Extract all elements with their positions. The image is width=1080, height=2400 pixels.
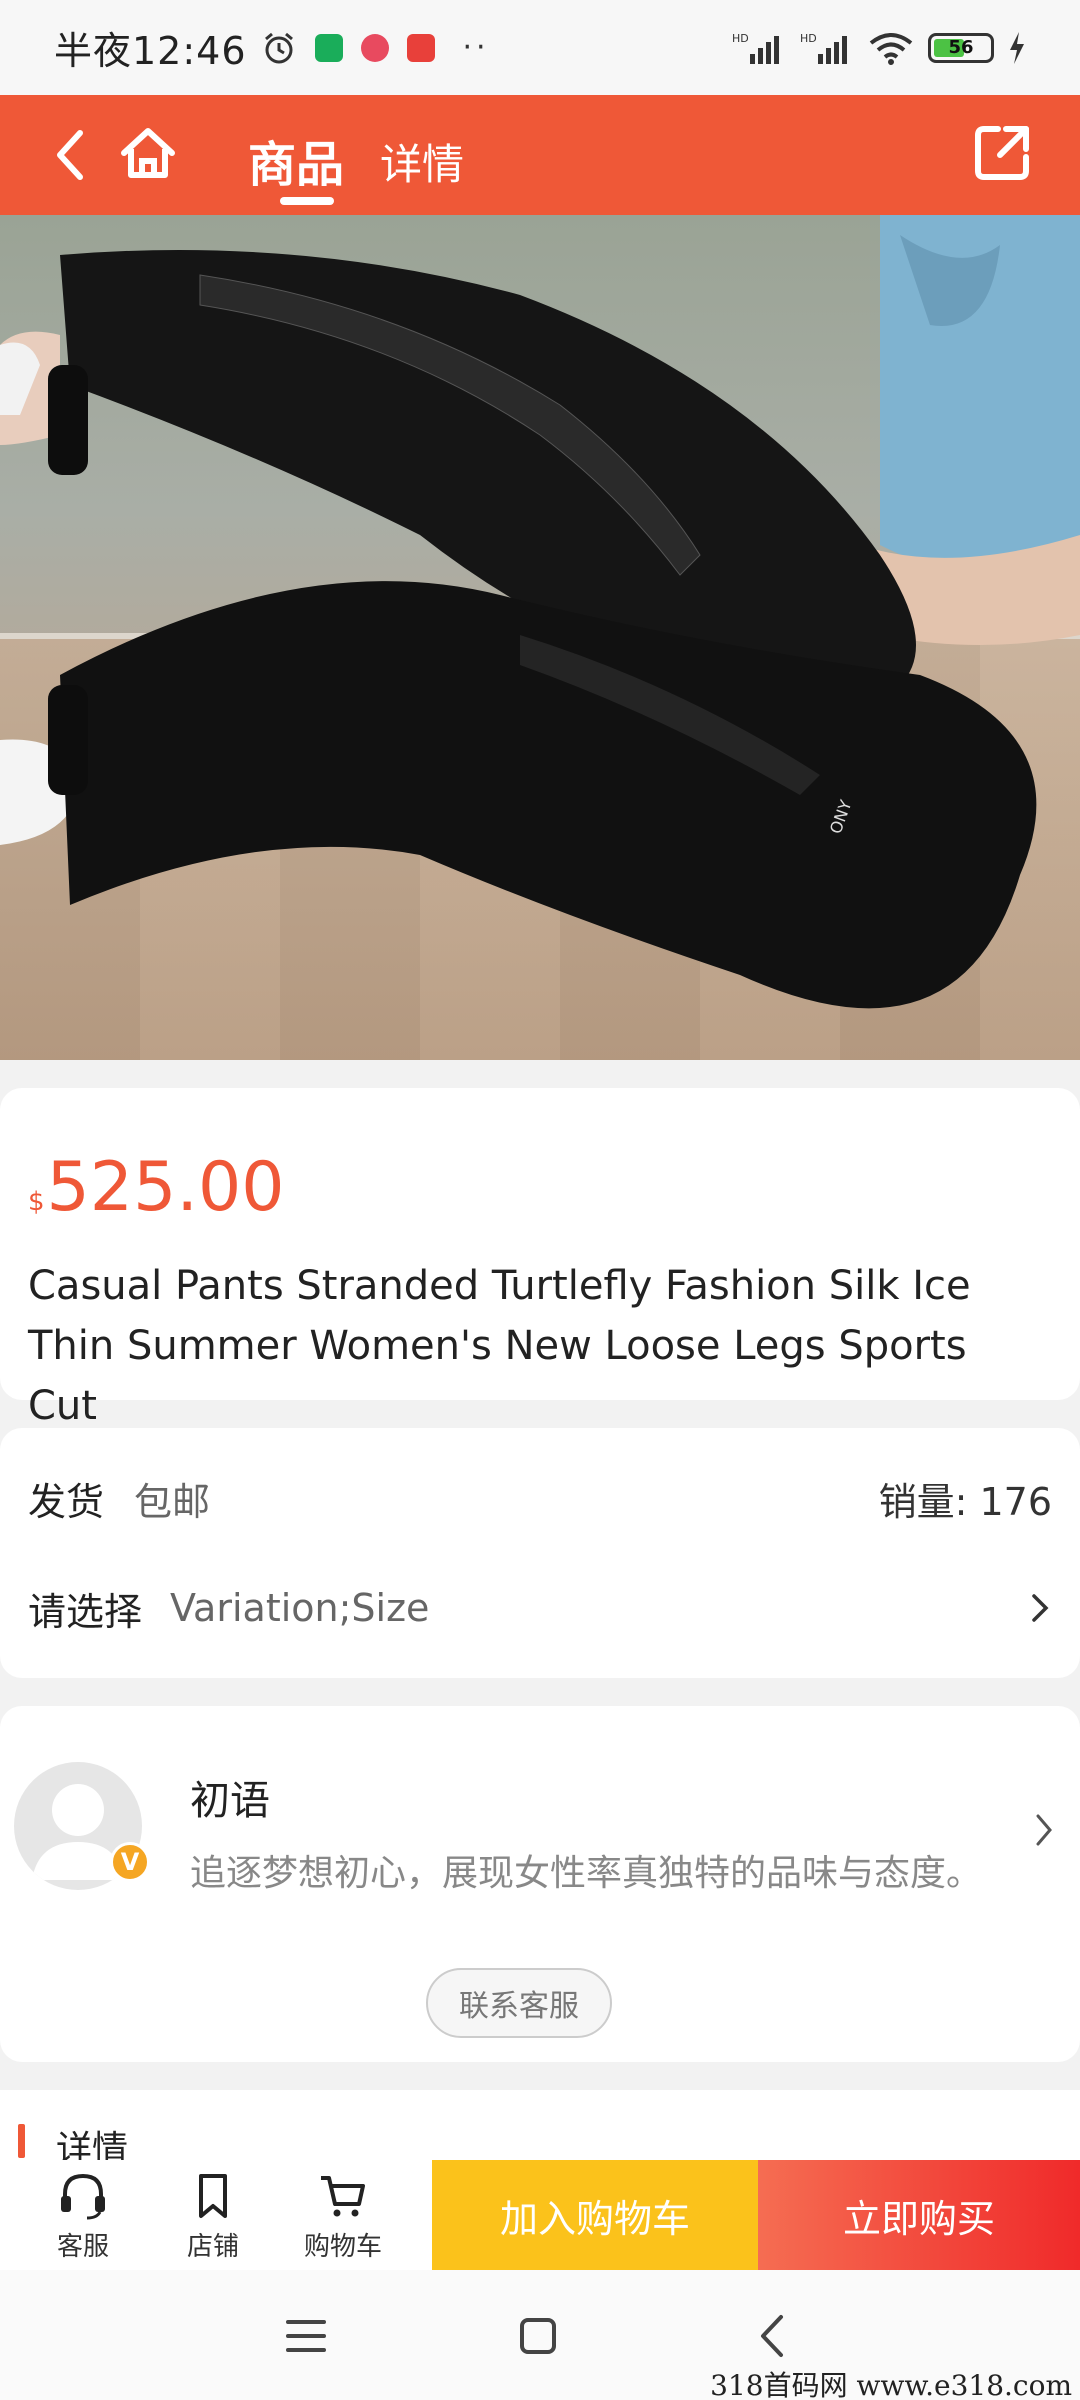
shop-description: 追逐梦想初心，展现女性率真独特的品味与态度。 <box>190 1853 983 1894</box>
share-button[interactable] <box>972 123 1032 183</box>
download-app-icon <box>314 33 343 62</box>
product-image[interactable]: ONY <box>0 215 1080 1060</box>
details-accent-bar <box>18 2124 25 2158</box>
chevron-right-icon[interactable] <box>1032 1810 1056 1850</box>
product-title: Casual Pants Stranded Turtlefly Fashion … <box>28 1263 971 1429</box>
cart-label: 购物车 <box>303 2232 382 2262</box>
share-icon <box>975 126 1029 180</box>
chevron-right-icon <box>1032 1594 1049 1622</box>
home-icon <box>121 128 175 178</box>
back-nav-button[interactable] <box>742 2306 802 2366</box>
tab-detail[interactable]: 详情 <box>380 131 464 192</box>
details-section: 详情 <box>0 2090 1080 2170</box>
alarm-icon <box>264 32 293 63</box>
chevron-left-icon <box>57 130 83 180</box>
customer-service-label: 客服 <box>56 2232 109 2262</box>
select-label: 请选择 <box>28 1589 143 1634</box>
recent-apps-button[interactable] <box>276 2306 336 2366</box>
variation-select-row[interactable]: 请选择 Variation;Size <box>28 1578 1052 1638</box>
price: $ 525.00 <box>28 1148 284 1227</box>
product-detail-page: 半夜12:46 ·· HD HD 56 商品 详情 ONY $ 525.00 C… <box>0 0 1080 2400</box>
tab-goods[interactable]: 商品 <box>248 125 344 195</box>
product-photo-pants: ONY <box>0 215 1080 1009</box>
chevron-left-icon <box>761 2315 783 2357</box>
price-value: 525.00 <box>46 1148 285 1227</box>
watermark: 318首码网 www.e318.com <box>710 2369 1072 2400</box>
select-value: Variation;Size <box>170 1586 430 1630</box>
battery-text: 56 <box>948 37 974 58</box>
shipping-row: 发货 包邮 销量: 176 <box>28 1468 1052 1528</box>
store-button[interactable]: 店铺 <box>163 2170 263 2266</box>
wifi-icon <box>869 32 913 65</box>
bottom-action-bar: 客服 店铺 购物车 加入购物车 立即购买 <box>0 2160 1080 2270</box>
status-bar: 半夜12:46 ·· HD HD 56 <box>0 0 1080 95</box>
customer-service-button[interactable]: 客服 <box>33 2170 133 2266</box>
shipping-value: 包邮 <box>134 1479 211 1524</box>
system-nav-bar: 318首码网 www.e318.com <box>0 2270 1080 2400</box>
top-nav-bar: 商品 详情 <box>0 95 1080 215</box>
tab-active-indicator <box>280 197 334 205</box>
signal-hd-icon-2: HD <box>800 32 847 64</box>
headset-icon <box>61 2173 105 2220</box>
dianping-app-icon <box>406 33 435 62</box>
add-to-cart-button[interactable]: 加入购物车 <box>432 2160 758 2270</box>
charging-icon <box>1010 31 1024 64</box>
shop-card: V 初语 追逐梦想初心，展现女性率真独特的品味与态度。 联系客服 <box>0 1706 1080 2062</box>
back-button[interactable] <box>40 125 100 185</box>
contact-service-button[interactable]: 联系客服 <box>426 1968 612 2038</box>
shipping-label: 发货 <box>28 1479 105 1524</box>
shop-name[interactable]: 初语 <box>190 1768 270 1826</box>
buy-now-button[interactable]: 立即购买 <box>758 2160 1080 2270</box>
bookmark-icon <box>199 2174 227 2218</box>
battery-indicator: 56 <box>928 32 994 63</box>
home-nav-button[interactable] <box>508 2306 568 2366</box>
more-notifications-icon: ·· <box>462 30 490 65</box>
status-system-icons: HD HD 56 <box>732 30 1026 66</box>
status-notification-icons: ·· <box>261 30 490 66</box>
menu-icon <box>286 2320 326 2352</box>
svg-text:HD: HD <box>800 32 817 45</box>
price-currency: $ <box>28 1187 45 1217</box>
square-icon <box>520 2318 556 2354</box>
cart-button[interactable]: 购物车 <box>293 2170 393 2266</box>
shipping-card: 发货 包邮 销量: 176 请选择 Variation;Size <box>0 1428 1080 1678</box>
verified-badge: V <box>110 1842 150 1882</box>
music-app-icon <box>360 33 389 62</box>
home-button[interactable] <box>118 123 178 183</box>
price-card: $ 525.00 Casual Pants Stranded Turtlefly… <box>0 1088 1080 1429</box>
store-label: 店铺 <box>186 2232 239 2262</box>
status-time: 半夜12:46 <box>54 29 247 73</box>
svg-text:HD: HD <box>732 32 749 45</box>
cart-icon <box>321 2176 365 2217</box>
signal-hd-icon: HD <box>732 32 779 64</box>
sales-count: 销量: 176 <box>878 1479 1052 1524</box>
